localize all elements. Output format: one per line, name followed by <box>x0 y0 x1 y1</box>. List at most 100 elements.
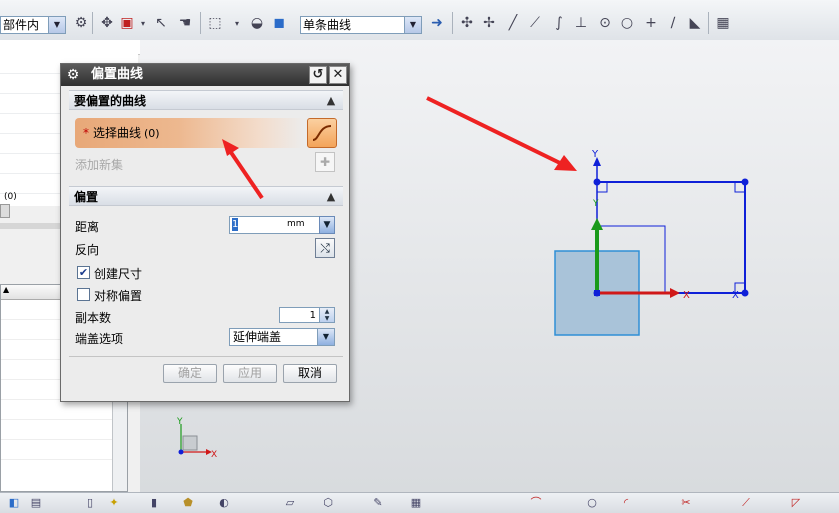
table-icon[interactable]: ▦ <box>410 497 422 509</box>
snap-end-icon[interactable]: ✢ <box>480 14 498 32</box>
curve-rule-combo[interactable]: 单条曲线 ▼ <box>300 16 422 34</box>
view-icon[interactable]: ◧ <box>8 497 20 509</box>
circle-center-icon[interactable]: ⊙ <box>596 14 614 32</box>
sketch-y-label: Y <box>591 149 599 160</box>
apply-button[interactable]: 应用 <box>223 364 277 383</box>
dropdown-small-icon[interactable]: ▾ <box>134 14 152 32</box>
sketch-x-label: X <box>732 290 739 301</box>
grid-icon[interactable]: ▦ <box>714 14 732 32</box>
curve-rule-value: 单条曲线 <box>303 18 352 32</box>
copies-label: 副本数 <box>75 311 112 325</box>
cube-outline-icon[interactable]: ⬡ <box>322 497 334 509</box>
plus-point-icon[interactable]: + <box>642 14 660 32</box>
reverse-label: 反向 <box>75 243 100 257</box>
distance-dropdown-icon[interactable]: ▼ <box>319 216 335 234</box>
cube-icon[interactable]: ◼ <box>270 14 288 32</box>
chevron-up-icon[interactable]: ▲ <box>323 93 339 109</box>
distance-unit: mm <box>287 219 305 229</box>
cap-options-select[interactable]: 延伸端盖 ▼ <box>229 328 335 346</box>
cap-options-value: 延伸端盖 <box>233 330 282 344</box>
dropdown-arrow-icon[interactable]: ▼ <box>404 17 421 33</box>
top-toolbar: 部件内 ▼ ⚙ ✥ ▣ ▾ ↖ ☚ ⬚ ▾ ◒ ◼ 单条曲线 ▼ ➜ ✣ ✢ ╱… <box>0 0 839 41</box>
dropdown-arrow-icon[interactable]: ▼ <box>317 329 334 345</box>
panel-header <box>0 40 140 55</box>
toolbar-separator <box>92 12 93 34</box>
light-icon[interactable]: ✦ <box>108 497 120 509</box>
selection-filter-value: 部件内 <box>3 18 40 32</box>
chevron-up-icon[interactable]: ▲ <box>323 189 339 205</box>
pointer-icon[interactable]: ↖ <box>152 14 170 32</box>
filter-icon[interactable]: ⚙ <box>72 14 90 32</box>
shade-icon[interactable]: ◒ <box>248 14 266 32</box>
arc-icon[interactable]: ⌒ <box>530 497 542 509</box>
sketch-icon[interactable]: ✎ <box>372 497 384 509</box>
toolbar-separator <box>452 12 453 34</box>
table-row[interactable] <box>1 420 127 440</box>
origin-y-label: Y <box>592 199 599 209</box>
horizontal-scrollbar[interactable] <box>0 204 10 218</box>
curve-point-icon[interactable]: ∫ <box>550 14 568 32</box>
gear-icon[interactable]: ⚙ <box>65 67 81 83</box>
extend-icon[interactable]: ◸ <box>790 497 802 509</box>
close-icon[interactable]: ✕ <box>329 66 347 84</box>
edit-icon[interactable]: ⟋ <box>740 497 752 509</box>
shape-icon[interactable]: ⬟ <box>182 497 194 509</box>
select-curve-label: 选择曲线 <box>93 126 142 140</box>
face-icon[interactable]: ◣ <box>686 14 704 32</box>
sheet-icon[interactable]: ▱ <box>284 497 296 509</box>
dialog-titlebar[interactable]: ⚙ 偏置曲线 ↺ ✕ <box>61 64 349 86</box>
distance-label: 距离 <box>75 220 100 234</box>
table-row[interactable] <box>1 400 127 420</box>
curve-icon[interactable] <box>307 118 337 148</box>
toolbar-separator <box>200 12 201 34</box>
midpoint-icon[interactable]: ⟋ <box>526 14 544 32</box>
part-icon[interactable]: ▯ <box>84 497 96 509</box>
stepper-arrows-icon[interactable]: ▲ ▼ <box>319 308 334 322</box>
trim-icon[interactable]: ✂ <box>680 497 692 509</box>
hand-icon[interactable]: ☚ <box>176 14 194 32</box>
fillet-icon[interactable]: ◜ <box>620 497 632 509</box>
perpendicular-icon[interactable]: ⊥ <box>572 14 590 32</box>
reset-icon[interactable]: ↺ <box>309 66 327 84</box>
panel-value: (0) <box>4 192 17 202</box>
section-offset-header[interactable]: 偏置 ▲ <box>69 186 343 206</box>
selection-filter-combo[interactable]: 部件内 ▼ <box>0 16 66 34</box>
add-new-set-label[interactable]: 添加新集 <box>75 156 123 173</box>
cap-options-label: 端盖选项 <box>75 332 124 346</box>
create-dimension-label: 创建尺寸 <box>94 267 143 281</box>
section-curve-header[interactable]: 要偏置的曲线 ▲ <box>69 90 343 110</box>
dialog-divider <box>69 356 343 357</box>
required-star-icon: * <box>83 126 89 140</box>
dialog-title: 偏置曲线 <box>91 67 144 82</box>
create-dimension-checkbox[interactable]: ✔ <box>77 266 90 279</box>
toolbar-separator <box>708 12 709 34</box>
distance-value: 1 <box>232 218 239 231</box>
ok-button[interactable]: 确定 <box>163 364 217 383</box>
dialog-body: 要偏置的曲线 ▲ * 选择曲线 (0) 添加新集 ✚ 偏置 ▲ 距离 1 mm ▼ … <box>65 88 345 399</box>
on-curve-icon[interactable]: ∕ <box>664 14 682 32</box>
copies-stepper[interactable]: 1 ▲ ▼ <box>279 307 335 323</box>
symmetric-offset-checkbox[interactable] <box>77 288 90 301</box>
reverse-icon[interactable]: ⤭ <box>315 238 335 258</box>
snap-point-icon[interactable]: ✣ <box>458 14 476 32</box>
layer-icon[interactable]: ▤ <box>30 497 42 509</box>
circle-icon[interactable]: ○ <box>586 497 598 509</box>
triad-x-label: X <box>211 450 217 460</box>
dropdown-small-icon[interactable]: ▾ <box>228 14 246 32</box>
add-icon[interactable]: ✚ <box>315 152 335 172</box>
copies-value: 1 <box>309 310 316 321</box>
symmetric-offset-label: 对称偏置 <box>94 289 143 303</box>
select-curve-count: (0) <box>144 127 160 140</box>
bulb-icon[interactable]: ◐ <box>218 497 230 509</box>
table-row[interactable] <box>1 440 127 460</box>
quadrant-icon[interactable]: ○ <box>618 14 636 32</box>
cancel-button[interactable]: 取消 <box>283 364 337 383</box>
distance-input[interactable]: 1 mm <box>229 216 321 234</box>
dropdown-arrow-icon[interactable]: ▼ <box>48 17 65 33</box>
snap-icon[interactable]: ✥ <box>98 14 116 32</box>
arrow-right-icon[interactable]: ➜ <box>428 14 446 32</box>
triad-y-label: Y <box>176 417 183 427</box>
book-icon[interactable]: ▮ <box>148 497 160 509</box>
line-icon[interactable]: ╱ <box>504 14 522 32</box>
rectangle-select-icon[interactable]: ⬚ <box>206 14 224 32</box>
